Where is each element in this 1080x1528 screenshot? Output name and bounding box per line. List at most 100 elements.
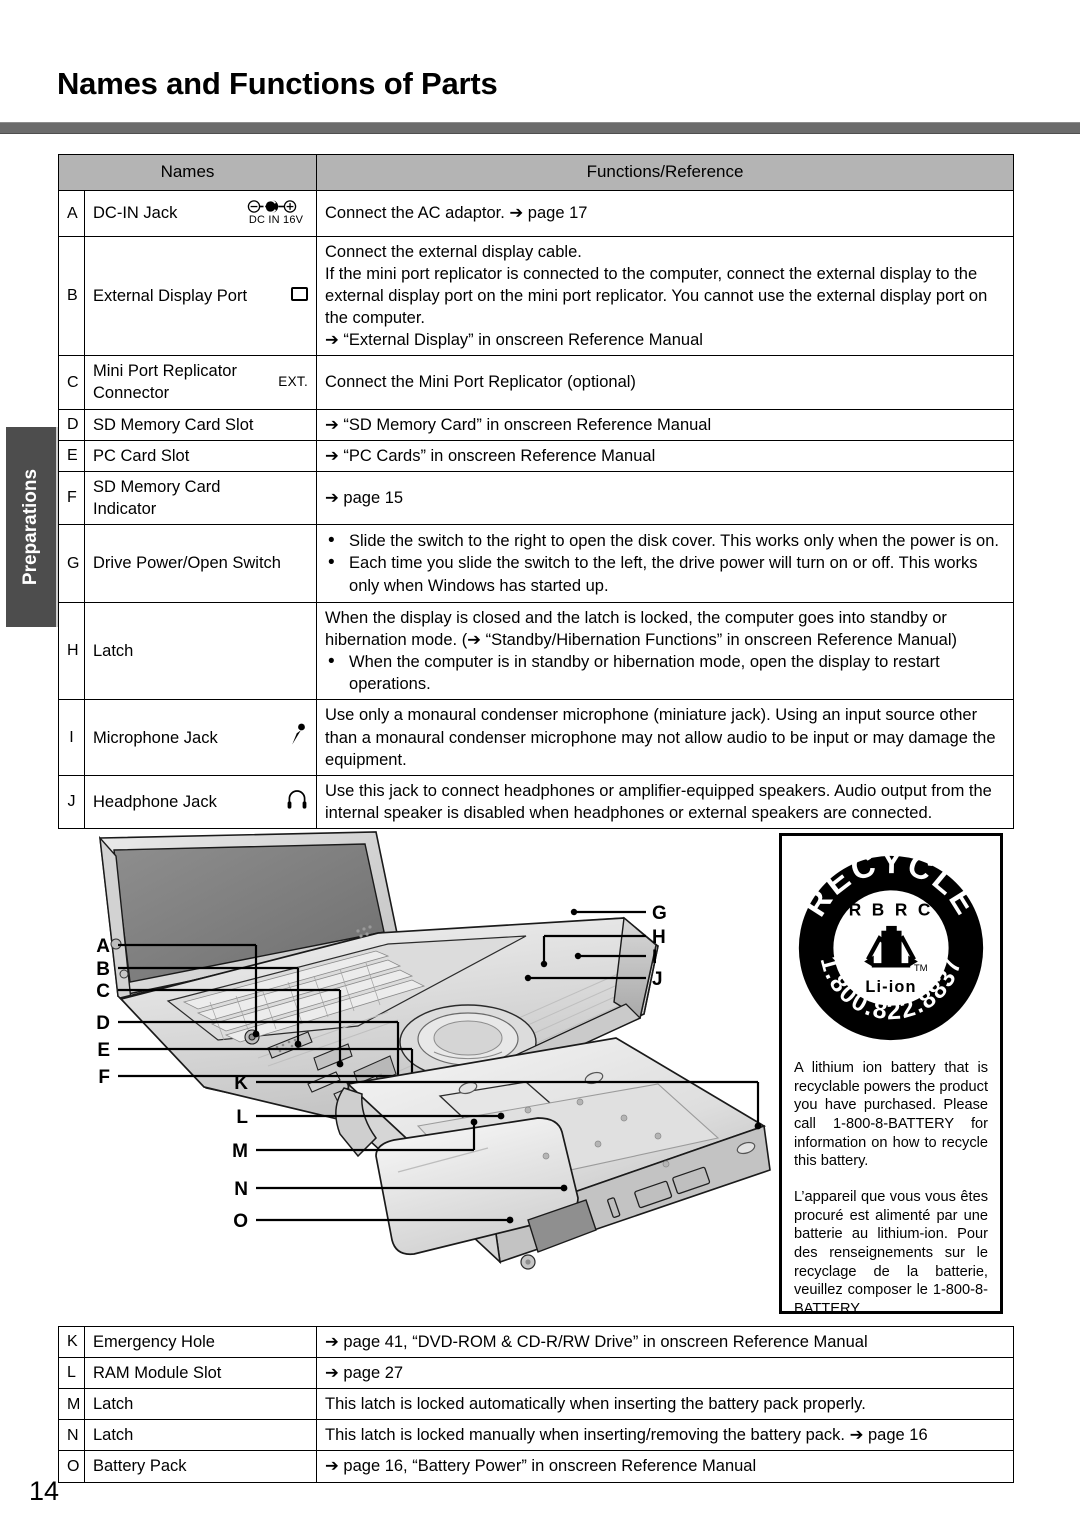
row-function-cell: When the display is closed and the latch…	[316, 601, 1015, 701]
page-number: 14	[29, 1476, 60, 1506]
table-row: N Latch This latch is locked manually wh…	[58, 1419, 1014, 1452]
page-title: Names and Functions of Parts	[57, 66, 498, 101]
part-name: Drive Power/Open Switch	[93, 554, 281, 573]
row-key: N	[58, 1419, 85, 1452]
part-name: DC-IN Jack	[93, 204, 178, 223]
row-function-cell: Use this jack to connect headphones or a…	[316, 774, 1015, 829]
dc-in-jack-icon-label: DC IN 16V	[248, 214, 304, 227]
row-name-cell: DC-IN Jack DC IN 16V	[83, 189, 318, 237]
external-display-port-icon	[291, 285, 309, 307]
table-row: O Battery Pack ➔ page 16, “Battery Power…	[58, 1450, 1014, 1483]
row-function-cell: Use only a monaural condenser microphone…	[316, 699, 1015, 776]
row-key: E	[58, 439, 85, 472]
recycle-notice-french: L’appareil que vous vous êtes procuré es…	[794, 1189, 988, 1318]
row-key: F	[58, 470, 85, 525]
function-line: ➔ page 41, “DVD-ROM & CD-R/RW Drive” in …	[325, 1333, 868, 1351]
part-name: Emergency Hole	[93, 1333, 215, 1351]
part-name: Latch	[93, 1426, 134, 1445]
callout-label-j: J	[652, 969, 663, 990]
table-row: J Headphone Jack Use this jack to connec…	[58, 774, 1015, 829]
callout-label-b: B	[96, 959, 110, 980]
row-function-cell: ➔ page 41, “DVD-ROM & CD-R/RW Drive” in …	[316, 1325, 1014, 1359]
callout-label-f: F	[98, 1067, 110, 1088]
callout-label-d: D	[96, 1013, 110, 1034]
function-line: This latch is locked manually when inser…	[325, 1426, 928, 1445]
row-name-cell: PC Card Slot	[83, 439, 318, 472]
function-bullet: Each time you slide the switch to the le…	[325, 551, 1005, 596]
callout-label-o: O	[233, 1211, 248, 1232]
recycle-notice-english: A lithium ion battery that is recyclable…	[794, 1060, 988, 1170]
table-row: C Mini Port Replicator Connector EXT. Co…	[58, 355, 1015, 410]
function-line: This latch is locked automatically when …	[325, 1395, 866, 1414]
table-row: E PC Card Slot ➔ “PC Cards” in onscreen …	[58, 439, 1015, 472]
row-name-cell: Emergency Hole	[84, 1325, 317, 1359]
dc-in-jack-icon: DC IN 16V	[246, 199, 308, 227]
row-name-cell: Mini Port Replicator Connector EXT.	[83, 355, 318, 410]
function-bullet: Slide the switch to the right to open th…	[325, 529, 1005, 553]
row-name-cell: RAM Module Slot	[84, 1357, 317, 1390]
function-line: Use only a monaural condenser microphone…	[325, 706, 996, 769]
row-key: J	[58, 774, 85, 829]
row-name-cell: Latch	[84, 1419, 317, 1452]
sidebar-tab-label: Preparations	[20, 468, 41, 586]
row-function-cell: ➔ “PC Cards” in onscreen Reference Manua…	[316, 439, 1015, 472]
callout-label-g: G	[652, 903, 667, 924]
callout-label-a: A	[96, 936, 110, 957]
function-line: Connect the Mini Port Replicator (option…	[325, 373, 636, 392]
function-line: Use this jack to connect headphones or a…	[325, 781, 992, 822]
callout-label-n: N	[234, 1179, 248, 1200]
table-row: L RAM Module Slot ➔ page 27	[58, 1357, 1014, 1390]
row-function-cell: Connect the external display cable. If t…	[316, 235, 1015, 357]
table-row: M Latch This latch is locked automatical…	[58, 1388, 1014, 1421]
function-line: ➔ page 16, “Battery Power” in onscreen R…	[325, 1457, 757, 1476]
row-name-cell: Battery Pack	[84, 1450, 317, 1483]
table-row: H Latch When the display is closed and t…	[58, 601, 1015, 701]
part-name: Latch	[93, 642, 134, 661]
row-key: B	[58, 235, 85, 357]
headphone-icon	[286, 788, 308, 816]
part-name: SD Memory Card Slot	[93, 415, 254, 434]
row-function-cell: Connect the Mini Port Replicator (option…	[316, 355, 1015, 410]
table-row: I Microphone Jack Use only a monaural co…	[58, 699, 1015, 776]
table-header-row: Names Functions/Reference	[57, 154, 1015, 191]
row-function-cell: This latch is locked automatically when …	[316, 1388, 1014, 1421]
part-name: Battery Pack	[93, 1457, 187, 1476]
table-row: A DC-IN Jack DC IN 16V Connect the AC ad…	[58, 189, 1015, 237]
function-line: ➔ “SD Memory Card” in onscreen Reference…	[325, 415, 712, 434]
function-line: If the mini port replicator is connected…	[325, 264, 988, 328]
row-name-cell: External Display Port	[83, 235, 318, 357]
parts-table-bottom: K Emergency Hole ➔ page 41, “DVD-ROM & C…	[58, 1325, 1014, 1483]
part-name: RAM Module Slot	[93, 1364, 222, 1383]
function-bullet: When the computer is in standby or hiber…	[325, 650, 1005, 695]
row-function-cell: ➔ page 15	[316, 470, 1015, 525]
row-name-cell: SD Memory Card Slot	[83, 408, 318, 441]
row-name-cell: Drive Power/Open Switch	[83, 523, 318, 603]
table-row: B External Display Port Connect the exte…	[58, 235, 1015, 357]
table-row: G Drive Power/Open Switch Slide the swit…	[58, 523, 1015, 603]
ext-connector-icon: EXT.	[278, 374, 309, 390]
row-key: D	[58, 408, 85, 441]
row-key: L	[58, 1357, 85, 1390]
table-row: K Emergency Hole ➔ page 41, “DVD-ROM & C…	[58, 1325, 1014, 1359]
row-key: G	[58, 523, 85, 603]
function-line: ➔ “PC Cards” in onscreen Reference Manua…	[325, 446, 656, 465]
rbrc-recycle-logo: RECYCLE 1.800.822.8837 R B R C TM Li-ion	[796, 852, 984, 1041]
row-name-cell: Headphone Jack	[83, 774, 318, 829]
part-name: Mini Port Replicator Connector	[93, 362, 237, 403]
parts-table-top: Names Functions/Reference A DC-IN Jack D…	[57, 154, 1015, 829]
row-key: M	[58, 1388, 85, 1421]
function-line: ➔ page 15	[325, 488, 404, 507]
svg-text:TM: TM	[914, 963, 928, 974]
row-key: I	[58, 699, 85, 776]
part-name: Latch	[93, 1395, 134, 1414]
table-row: D SD Memory Card Slot ➔ “SD Memory Card”…	[58, 408, 1015, 441]
row-name-cell: Microphone Jack	[83, 699, 318, 776]
sidebar-tab-preparations: Preparations	[6, 427, 58, 627]
column-header-functions: Functions/Reference	[316, 154, 1015, 191]
callout-label-k: K	[234, 1073, 248, 1094]
row-key: K	[58, 1325, 85, 1359]
part-name: PC Card Slot	[93, 446, 190, 465]
row-name-cell: Latch	[83, 601, 318, 701]
function-line: ➔ page 27	[325, 1364, 404, 1383]
callout-label-c: C	[96, 981, 110, 1002]
